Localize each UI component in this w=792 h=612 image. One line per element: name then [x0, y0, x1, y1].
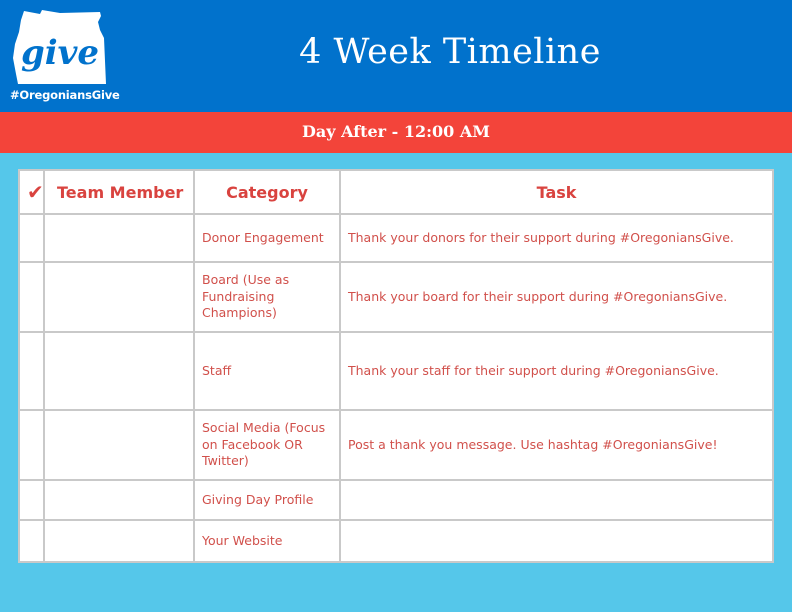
category-cell: Social Media (Focus on Facebook OR Twitt…: [193, 409, 341, 481]
team-member-cell[interactable]: [43, 213, 195, 263]
task-cell: Thank your board for their support durin…: [339, 261, 774, 333]
hashtag-label: #OregoniansGive: [10, 88, 120, 102]
team-member-cell[interactable]: [43, 519, 195, 563]
check-cell[interactable]: [18, 331, 45, 411]
checkmark-icon: ✔: [18, 169, 45, 215]
category-cell: Your Website: [193, 519, 341, 563]
column-header-category: Category: [193, 169, 341, 215]
task-cell: [339, 519, 774, 563]
logo-give-word: give: [21, 33, 99, 73]
task-cell: Post a thank you message. Use hashtag #O…: [339, 409, 774, 481]
check-cell[interactable]: [18, 479, 45, 521]
category-cell: Donor Engagement: [193, 213, 341, 263]
check-cell[interactable]: [18, 519, 45, 563]
column-header-team-member: Team Member: [43, 169, 195, 215]
table-row: Board (Use as Fundraising Champions) Tha…: [18, 261, 774, 333]
check-cell[interactable]: [18, 409, 45, 481]
page-title: 4 Week Timeline: [299, 32, 601, 72]
category-cell: Giving Day Profile: [193, 479, 341, 521]
task-cell: Thank your staff for their support durin…: [339, 331, 774, 411]
check-cell[interactable]: [18, 261, 45, 333]
table-row: Staff Thank your staff for their support…: [18, 331, 774, 411]
task-cell: [339, 479, 774, 521]
header-banner: give #OregoniansGive 4 Week Timeline: [0, 0, 792, 112]
task-cell: Thank your donors for their support duri…: [339, 213, 774, 263]
team-member-cell[interactable]: [43, 261, 195, 333]
category-cell: Board (Use as Fundraising Champions): [193, 261, 341, 333]
table-row: Your Website: [18, 519, 774, 563]
oregon-state-icon: give: [13, 10, 106, 84]
table-row: Social Media (Focus on Facebook OR Twitt…: [18, 409, 774, 481]
column-header-task: Task: [339, 169, 774, 215]
check-cell[interactable]: [18, 213, 45, 263]
page-subtitle: Day After - 12:00 AM: [301, 122, 491, 141]
team-member-cell[interactable]: [43, 479, 195, 521]
category-cell: Staff: [193, 331, 341, 411]
table-row: Donor Engagement Thank your donors for t…: [18, 213, 774, 263]
timeline-table: ✔ Team Member Category Task Donor Engage…: [18, 169, 774, 563]
table-row: Giving Day Profile: [18, 479, 774, 521]
team-member-cell[interactable]: [43, 409, 195, 481]
table-header-row: ✔ Team Member Category Task: [18, 169, 774, 215]
team-member-cell[interactable]: [43, 331, 195, 411]
